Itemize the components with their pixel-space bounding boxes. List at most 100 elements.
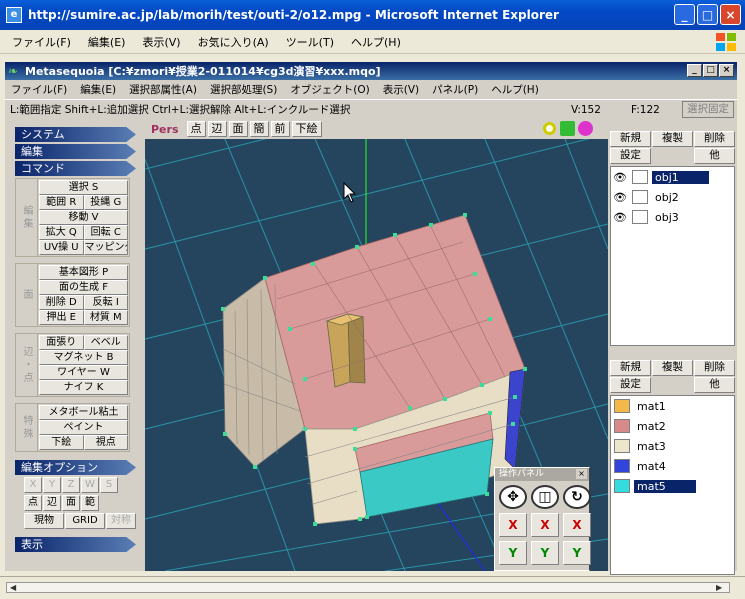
material-item[interactable]: mat5 <box>611 476 734 496</box>
object-item[interactable]: 👁 obj2 <box>611 187 734 207</box>
wire-button[interactable]: ワイヤー W <box>39 365 128 380</box>
object-item[interactable]: 👁 obj3 <box>611 207 734 227</box>
lock-toggle[interactable] <box>632 190 648 204</box>
material-item[interactable]: mat4 <box>611 456 734 476</box>
edit-section-header[interactable]: 編集 <box>15 144 136 159</box>
visibility-eye-icon[interactable]: 👁 <box>611 171 629 184</box>
material-copy-button[interactable]: 複製 <box>652 360 693 376</box>
point-toggle[interactable]: 点 <box>24 495 42 511</box>
view-face-button[interactable]: 面 <box>228 121 248 137</box>
metaball-button[interactable]: メタボール粘土 <box>39 405 128 420</box>
object-delete-button[interactable]: 削除 <box>694 131 735 147</box>
underlay-button[interactable]: 下絵 <box>39 435 84 450</box>
ie-menu-edit[interactable]: 編集(E) <box>88 34 126 50</box>
material-item[interactable]: mat3 <box>611 436 734 456</box>
axis-x-toggle[interactable]: X <box>24 477 42 493</box>
material-item[interactable]: mat1 <box>611 396 734 416</box>
object-copy-button[interactable]: 複製 <box>652 131 693 147</box>
system-section-header[interactable]: システム <box>15 127 136 142</box>
visibility-eye-icon[interactable]: 👁 <box>611 191 629 204</box>
extrude-button[interactable]: 押出 E <box>39 310 84 325</box>
ops-rotate-x-button[interactable]: X <box>563 513 591 537</box>
range-toggle[interactable]: 範 <box>81 495 99 511</box>
rotate-view-icon[interactable] <box>578 121 593 136</box>
maximize-button[interactable]: □ <box>697 4 718 25</box>
scale-button[interactable]: 拡大 Q <box>39 225 84 240</box>
paint-button[interactable]: ペイント <box>39 420 128 435</box>
fix-selection-button[interactable]: 選択固定 <box>682 101 734 118</box>
view-front-button[interactable]: 前 <box>270 121 290 137</box>
mapping-button[interactable]: マッピング <box>83 240 128 255</box>
basic-shape-button[interactable]: 基本図形 P <box>39 265 128 280</box>
ie-menu-help[interactable]: ヘルプ(H) <box>351 34 401 50</box>
material-other-button[interactable]: 他 <box>694 377 735 393</box>
axis-y-toggle[interactable]: Y <box>43 477 61 493</box>
axis-z-toggle[interactable]: Z <box>62 477 80 493</box>
app-maximize-button[interactable]: □ <box>703 64 718 77</box>
command-section-header[interactable]: コマンド <box>15 161 136 176</box>
object-settings-button[interactable]: 設定 <box>610 148 651 164</box>
ie-menu-favorites[interactable]: お気に入り(A) <box>198 34 269 50</box>
move-button[interactable]: 移動 V <box>39 210 128 225</box>
ops-scale-x-button[interactable]: X <box>531 513 559 537</box>
app-menu-view[interactable]: 表示(V) <box>383 82 419 97</box>
grid-toggle[interactable]: GRID <box>65 513 105 529</box>
object-new-button[interactable]: 新規 <box>610 131 651 147</box>
object-other-button[interactable]: 他 <box>694 148 735 164</box>
lasso-button[interactable]: 投縄 G <box>83 195 128 210</box>
ops-scale-icon[interactable]: ◫ <box>531 485 559 509</box>
pan-icon[interactable] <box>560 121 575 136</box>
app-menu-file[interactable]: ファイル(F) <box>11 82 67 97</box>
view-simple-button[interactable]: 簡 <box>249 121 269 137</box>
app-minimize-button[interactable]: _ <box>687 64 702 77</box>
visibility-eye-icon[interactable]: 👁 <box>611 211 629 224</box>
app-menu-edit[interactable]: 編集(E) <box>80 82 116 97</box>
face-cut-button[interactable]: 面張り <box>39 335 84 350</box>
material-item[interactable]: mat2 <box>611 416 734 436</box>
bevel-button[interactable]: ベベル <box>83 335 128 350</box>
house-model[interactable] <box>221 213 527 526</box>
rotate-button[interactable]: 回転 C <box>83 225 128 240</box>
range-button[interactable]: 範囲 R <box>39 195 84 210</box>
minimize-button[interactable]: _ <box>674 4 695 25</box>
scrubber-right-icon[interactable]: ▶ <box>716 583 728 593</box>
object-item[interactable]: 👁 obj1 <box>611 167 734 187</box>
app-menu-panel[interactable]: パネル(P) <box>432 82 478 97</box>
axis-s-toggle[interactable]: S <box>100 477 118 493</box>
material-settings-button[interactable]: 設定 <box>610 377 651 393</box>
material-button[interactable]: 材質 M <box>83 310 128 325</box>
lock-toggle[interactable] <box>632 210 648 224</box>
zoom-icon[interactable] <box>542 121 557 136</box>
ops-scale-y-button[interactable]: Y <box>531 541 559 565</box>
app-menu-object[interactable]: オブジェクト(O) <box>290 82 369 97</box>
app-close-button[interactable]: × <box>719 64 734 77</box>
uv-button[interactable]: UV操 U <box>39 240 84 255</box>
lock-toggle[interactable] <box>632 170 648 184</box>
ops-rotate-y-button[interactable]: Y <box>563 541 591 565</box>
magnet-button[interactable]: マグネット B <box>39 350 128 365</box>
knife-button[interactable]: ナイフ K <box>39 380 128 395</box>
view-point-button[interactable]: 点 <box>186 121 206 137</box>
axis-w-toggle[interactable]: W <box>81 477 99 493</box>
material-new-button[interactable]: 新規 <box>610 360 651 376</box>
edit-options-header[interactable]: 編集オプション <box>15 460 136 475</box>
material-delete-button[interactable]: 削除 <box>694 360 735 376</box>
operation-panel-close-icon[interactable]: × <box>576 469 587 479</box>
app-menu-sel-attr[interactable]: 選択部属性(A) <box>129 82 197 97</box>
media-scrubber-track[interactable] <box>6 582 730 593</box>
perspective-label[interactable]: Pers <box>151 123 179 136</box>
ie-menu-file[interactable]: ファイル(F) <box>12 34 71 50</box>
close-button[interactable]: × <box>720 4 741 25</box>
3d-viewport[interactable]: 操作パネル × ✥ ◫ ↻ X X X Y Y Y <box>145 139 608 571</box>
select-button[interactable]: 選択 S <box>39 180 128 195</box>
edge-toggle[interactable]: 辺 <box>43 495 61 511</box>
delete-button[interactable]: 削除 D <box>39 295 84 310</box>
viewpoint-button[interactable]: 視点 <box>83 435 128 450</box>
ie-menu-view[interactable]: 表示(V) <box>142 34 180 50</box>
app-menu-help[interactable]: ヘルプ(H) <box>491 82 539 97</box>
symmetry-toggle[interactable]: 対称 <box>106 513 136 529</box>
face-gen-button[interactable]: 面の生成 F <box>39 280 128 295</box>
face-toggle[interactable]: 面 <box>62 495 80 511</box>
view-edge-button[interactable]: 辺 <box>207 121 227 137</box>
ops-move-icon[interactable]: ✥ <box>499 485 527 509</box>
